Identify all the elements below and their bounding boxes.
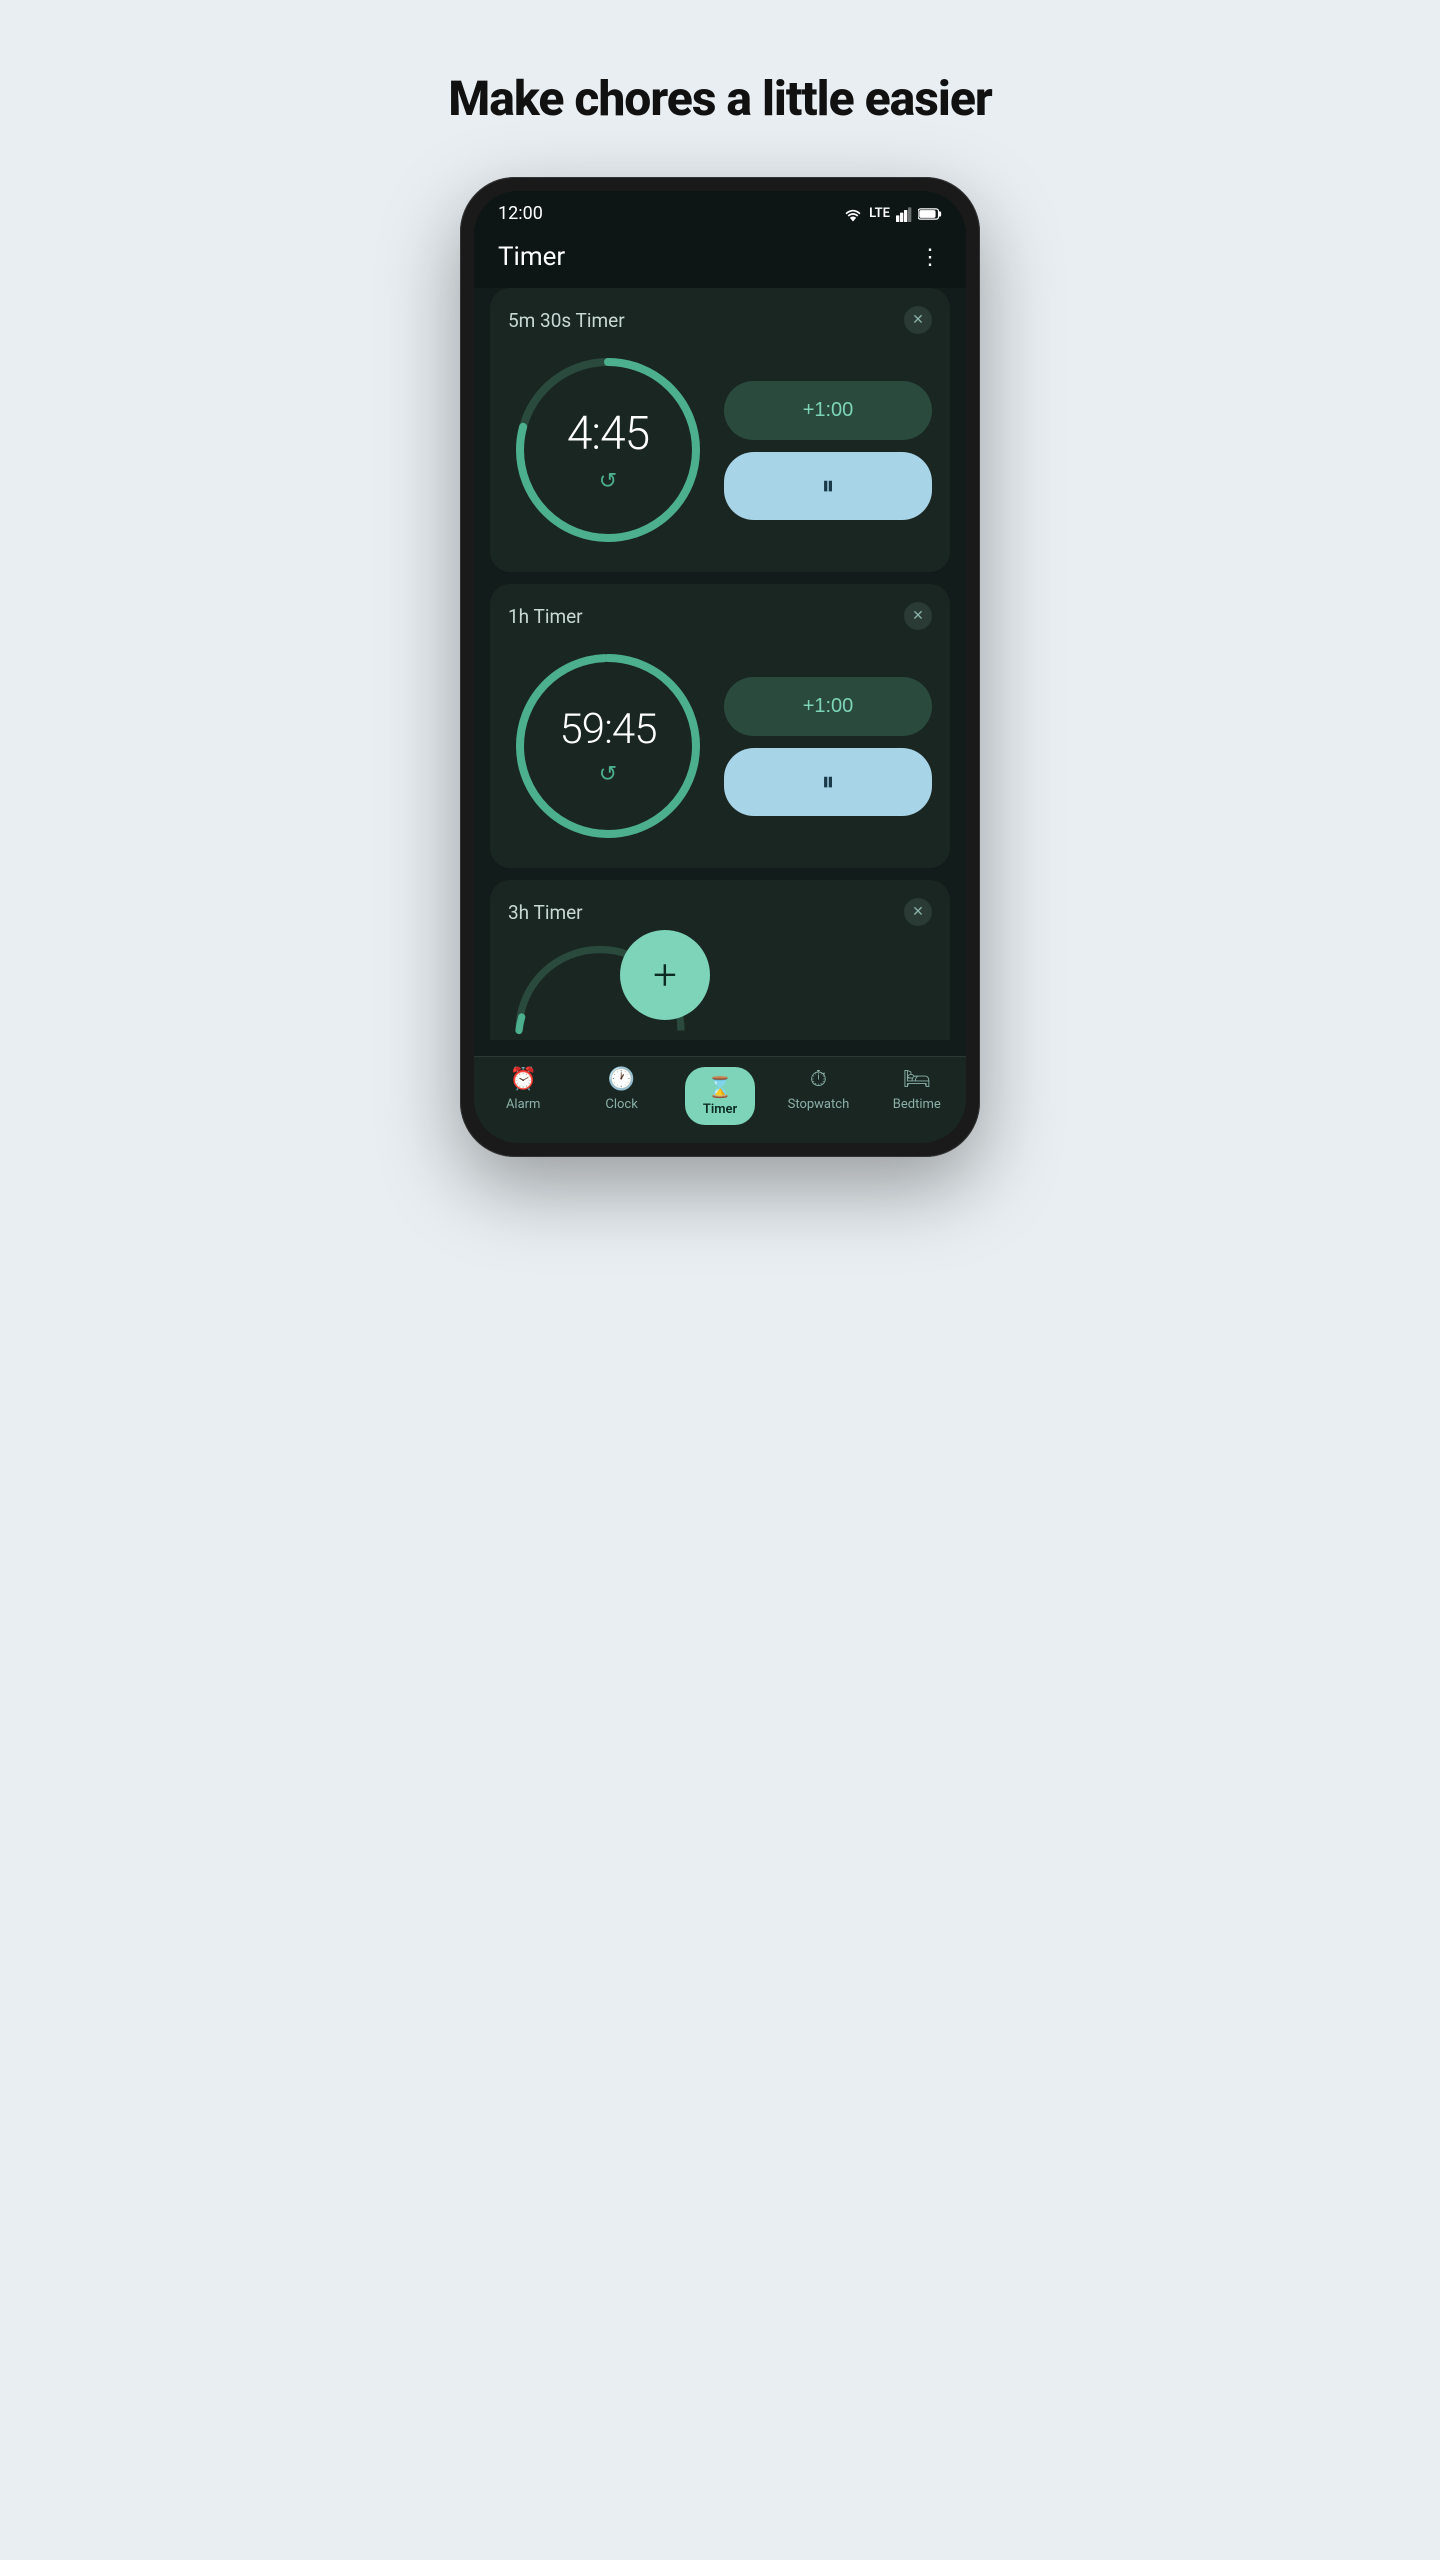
nav-clock-label: Clock [605,1097,637,1112]
bedtime-icon: 🛏 [903,1067,931,1092]
nav-timer-pill: ⌛ Timer [685,1067,755,1125]
timer-2-circle: 59:45 ↺ [508,646,708,846]
app-header: Timer ⋮ [474,232,966,288]
alarm-icon: ⏰ [510,1067,537,1092]
battery-icon [918,207,942,221]
signal-icon [896,206,912,222]
phone-frame: 12:00 LTE [460,177,980,1157]
page-headline: Make chores a little easier [448,70,992,127]
timer-icon: ⌛ [708,1075,733,1099]
phone-screen: 12:00 LTE [474,191,966,1143]
status-bar: 12:00 LTE [474,191,966,232]
wifi-icon [843,206,863,222]
more-options-button[interactable]: ⋮ [919,245,942,270]
timer-card-2: 1h Timer ✕ 59:45 ↺ [490,584,950,868]
status-time: 12:00 [498,203,543,224]
timer-2-close-button[interactable]: ✕ [904,602,932,630]
nav-stopwatch[interactable]: ⏱ Stopwatch [769,1067,867,1125]
timer-1-time: 4:45 [567,407,649,461]
pause-icon: ⏸ [821,470,834,502]
timer-2-time: 59:45 [559,705,656,754]
timer-card-1: 5m 30s Timer ✕ 4:45 ↺ [490,288,950,572]
nav-alarm[interactable]: ⏰ Alarm [474,1067,572,1125]
nav-clock[interactable]: 🕐 Clock [572,1067,670,1125]
nav-bedtime[interactable]: 🛏 Bedtime [868,1067,966,1125]
app-title: Timer [498,242,565,272]
timer-2-add-button[interactable]: +1:00 [724,677,932,736]
timer-3-header: 3h Timer ✕ [508,898,932,926]
nav-timer[interactable]: ⌛ Timer [671,1067,769,1125]
timer-1-close-button[interactable]: ✕ [904,306,932,334]
nav-timer-label: Timer [703,1102,737,1117]
lte-indicator: LTE [869,206,890,221]
timer-1-header: 5m 30s Timer ✕ [508,306,932,334]
timer-3-add-fab[interactable]: + [620,930,710,1020]
timer-3-label: 3h Timer [508,901,583,924]
nav-alarm-label: Alarm [506,1097,541,1112]
timer-1-pause-button[interactable]: ⏸ [724,452,932,520]
nav-bedtime-label: Bedtime [893,1097,941,1112]
timer-card-3: 3h Timer ✕ + [490,880,950,1040]
timer-2-label: 1h Timer [508,605,583,628]
nav-stopwatch-label: Stopwatch [788,1097,850,1112]
timer-2-actions: +1:00 ⏸ [724,677,932,816]
clock-icon: 🕐 [608,1067,635,1092]
timer-list: 5m 30s Timer ✕ 4:45 ↺ [474,288,966,1056]
stopwatch-icon: ⏱ [810,1067,827,1092]
timer-1-circle: 4:45 ↺ [508,350,708,550]
timer-2-header: 1h Timer ✕ [508,602,932,630]
timer-1-body: 4:45 ↺ +1:00 ⏸ [508,350,932,550]
timer-2-pause-button[interactable]: ⏸ [724,748,932,816]
timer-1-actions: +1:00 ⏸ [724,381,932,520]
timer-2-display: 59:45 ↺ [508,646,708,846]
timer-1-label: 5m 30s Timer [508,309,625,332]
bottom-navigation: ⏰ Alarm 🕐 Clock ⌛ Timer ⏱ Stopwatch 🛏 Be… [474,1056,966,1143]
timer-1-add-button[interactable]: +1:00 [724,381,932,440]
timer-3-close-button[interactable]: ✕ [904,898,932,926]
timer-1-reset-icon[interactable]: ↺ [599,469,617,494]
timer-2-body: 59:45 ↺ +1:00 ⏸ [508,646,932,846]
timer-1-display: 4:45 ↺ [508,350,708,550]
timer-2-reset-icon[interactable]: ↺ [599,762,617,787]
status-icons: LTE [843,206,942,222]
pause-icon-2: ⏸ [821,766,834,798]
